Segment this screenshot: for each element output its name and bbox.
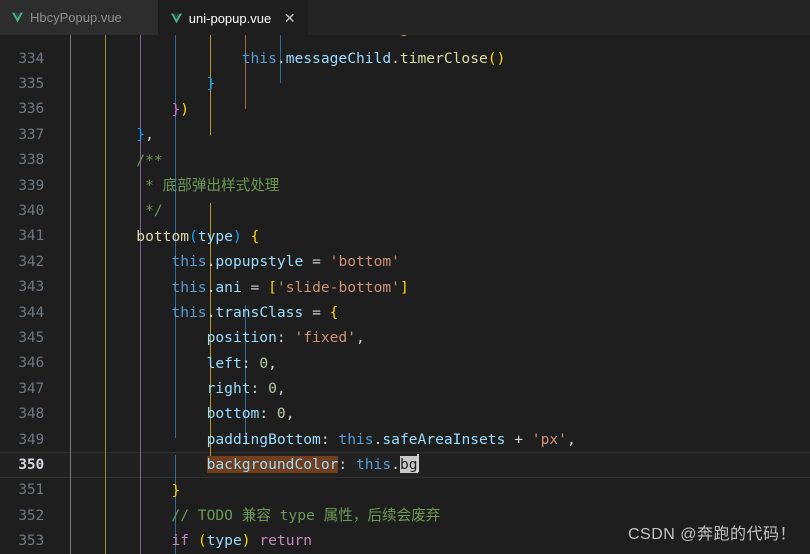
line-number: 349 [18,431,44,448]
line-number: 352 [18,507,44,524]
line-content: ) ; g , { [66,35,810,41]
line-content: /** [66,151,163,169]
vue-icon [170,12,183,25]
vue-icon [11,11,24,24]
line-number: 344 [18,304,44,321]
vscode-window: HbcyPopup.vue × uni-popup.vue ✕ [0,0,810,554]
code-editor[interactable]: ) ; g , { 334 this.messageChild.timerClo… [0,35,810,554]
highlighted-word: backgroundColor [206,456,339,474]
code-line[interactable]: 337 }, [0,122,810,147]
line-content: this.transClass = { [171,303,339,321]
code-line[interactable]: 340 */ [0,198,810,223]
code-line[interactable]: 348 bottom: 0, [0,401,810,426]
line-number: 342 [18,253,44,270]
code-line[interactable]: 344 this.transClass = { [0,300,810,325]
editor-tab-bar: HbcyPopup.vue × uni-popup.vue ✕ [0,0,810,35]
line-content: }, [136,126,154,144]
line-number: 345 [18,329,44,346]
code-line[interactable]: 339 * 底部弹出样式处理 [0,173,810,198]
selected-text: bg [399,456,418,474]
line-number: 336 [18,101,44,118]
line-number: 348 [18,406,44,423]
code-line-current[interactable]: 350 backgroundColor: this.bg [0,452,810,479]
line-content: right: 0, [206,380,286,398]
code-line[interactable]: 336 }) [0,97,810,122]
line-content: */ [66,202,163,220]
line-number: 338 [18,152,44,169]
line-content: } [206,75,216,93]
tab-bar-empty-space [308,0,810,35]
line-number: 350 [18,456,44,473]
line-number: 334 [18,50,44,67]
tab-hbcypopup-vue[interactable]: HbcyPopup.vue × [0,0,159,35]
line-content: this.ani = ['slide-bottom'] [171,278,409,296]
code-line[interactable]: 338 /** [0,148,810,173]
code-line[interactable]: 335 } [0,71,810,96]
line-content: bottom(type) { [136,227,260,245]
code-line[interactable]: 346 left: 0, [0,351,810,376]
text-cursor [416,454,419,473]
line-content: left: 0, [206,354,277,372]
line-number: 339 [18,177,44,194]
line-number: 337 [18,126,44,143]
line-content: backgroundColor: this.bg [206,454,419,474]
code-line[interactable]: 347 right: 0, [0,376,810,401]
close-icon[interactable]: ✕ [283,11,296,25]
code-line[interactable]: 341 bottom(type) { [0,224,810,249]
line-content: } [171,481,181,499]
line-content: }) [171,100,190,118]
line-number: 340 [18,203,44,220]
line-content: this.messageChild.timerClose() [241,50,506,67]
line-number: 346 [18,355,44,372]
line-content: bottom: 0, [206,405,295,423]
line-number: 347 [18,380,44,397]
tab-uni-popup-vue[interactable]: uni-popup.vue ✕ [158,0,309,35]
code-line[interactable]: 349 paddingBottom: this.safeAreaInsets +… [0,427,810,452]
code-lines: ) ; g , { 334 this.messageChild.timerClo… [0,35,810,554]
line-number: 341 [18,228,44,245]
line-content: paddingBottom: this.safeAreaInsets + 'px… [206,430,576,448]
code-line[interactable]: ) ; g , { [0,35,810,46]
line-number: 351 [18,482,44,499]
code-line[interactable]: 351 } [0,478,810,503]
line-content: this.popupstyle = 'bottom' [171,253,400,271]
line-number: 335 [18,76,44,93]
csdn-watermark: CSDN @奔跑的代码！ [627,526,796,543]
line-number: 343 [18,279,44,296]
line-content: * 底部弹出样式处理 [66,176,280,194]
tab-label: HbcyPopup.vue [30,10,122,25]
line-number: 353 [18,533,44,550]
code-line[interactable]: 343 this.ani = ['slide-bottom'] [0,275,810,300]
code-line[interactable]: 342 this.popupstyle = 'bottom' [0,249,810,274]
line-content: position: 'fixed', [206,329,365,347]
code-line[interactable]: 345 position: 'fixed', [0,325,810,350]
code-line[interactable]: 334 this.messageChild.timerClose() [0,46,810,71]
tab-label: uni-popup.vue [188,10,272,26]
